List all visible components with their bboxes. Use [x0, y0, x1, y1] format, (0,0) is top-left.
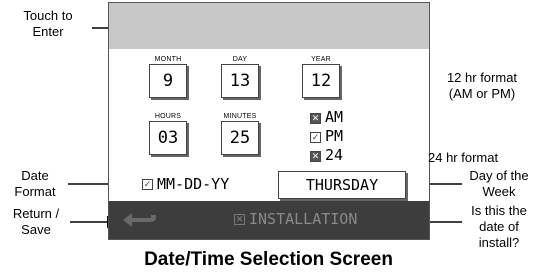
year-field[interactable]: 12: [302, 64, 340, 98]
h24-option: 24: [325, 146, 344, 164]
date-of-install-annotation: Is this the date of install?: [462, 203, 536, 251]
annotation-line: Save: [21, 222, 51, 237]
date-format-annotation: Date Format: [4, 168, 66, 200]
annotation-line: Week: [482, 184, 516, 199]
installation-checkbox[interactable]: ✕: [234, 214, 245, 225]
day-field[interactable]: 13: [221, 64, 259, 98]
date-format-value: MM-DD-YY: [157, 175, 230, 193]
annotation-line: Format: [14, 184, 56, 199]
annotation-line: (AM or PM): [448, 86, 516, 101]
month-field[interactable]: 9: [149, 64, 187, 98]
am-option: AM: [325, 108, 344, 126]
hr12-annotation: 12 hr format (AM or PM): [428, 70, 536, 102]
hours-label: HOURS: [154, 113, 182, 120]
pm-option: PM: [325, 127, 344, 145]
day-of-week-button[interactable]: THURSDAY: [278, 171, 406, 199]
touch-to-enter-annotation: Touch to Enter: [4, 8, 92, 40]
annotation-line: Date: [21, 168, 49, 183]
day-label: DAY: [232, 56, 248, 63]
minutes-label: MINUTES: [223, 113, 257, 120]
hours-field[interactable]: 03: [149, 121, 187, 155]
annotation-line: Return /: [12, 206, 60, 221]
date-format-checkbox[interactable]: ✓: [142, 179, 153, 190]
annotation-line: Is this the: [471, 203, 527, 218]
return-save-annotation: Return / Save: [4, 206, 68, 238]
day-of-week-annotation: Day of the Week: [462, 168, 536, 200]
figure-caption: Date/Time Selection Screen: [144, 249, 393, 270]
h24-checkbox[interactable]: ✕: [310, 151, 321, 162]
year-label: YEAR: [311, 56, 331, 63]
return-arrow-icon[interactable]: [120, 209, 160, 231]
annotation-line: Touch to: [23, 8, 73, 23]
minutes-field[interactable]: 25: [221, 121, 259, 155]
month-label: MONTH: [154, 56, 182, 63]
pm-checkbox[interactable]: ✓: [310, 132, 321, 143]
annotation-line: Enter: [32, 24, 64, 39]
screen-header-band: [109, 3, 429, 49]
am-checkbox[interactable]: ✕: [310, 113, 321, 124]
hr24-annotation: 24 hr format: [428, 150, 499, 165]
installation-label: INSTALLATION: [249, 210, 358, 228]
annotation-line: Day of the: [469, 168, 529, 183]
annotation-line: date of: [479, 219, 519, 234]
annotation-line: 12 hr format: [446, 70, 518, 85]
